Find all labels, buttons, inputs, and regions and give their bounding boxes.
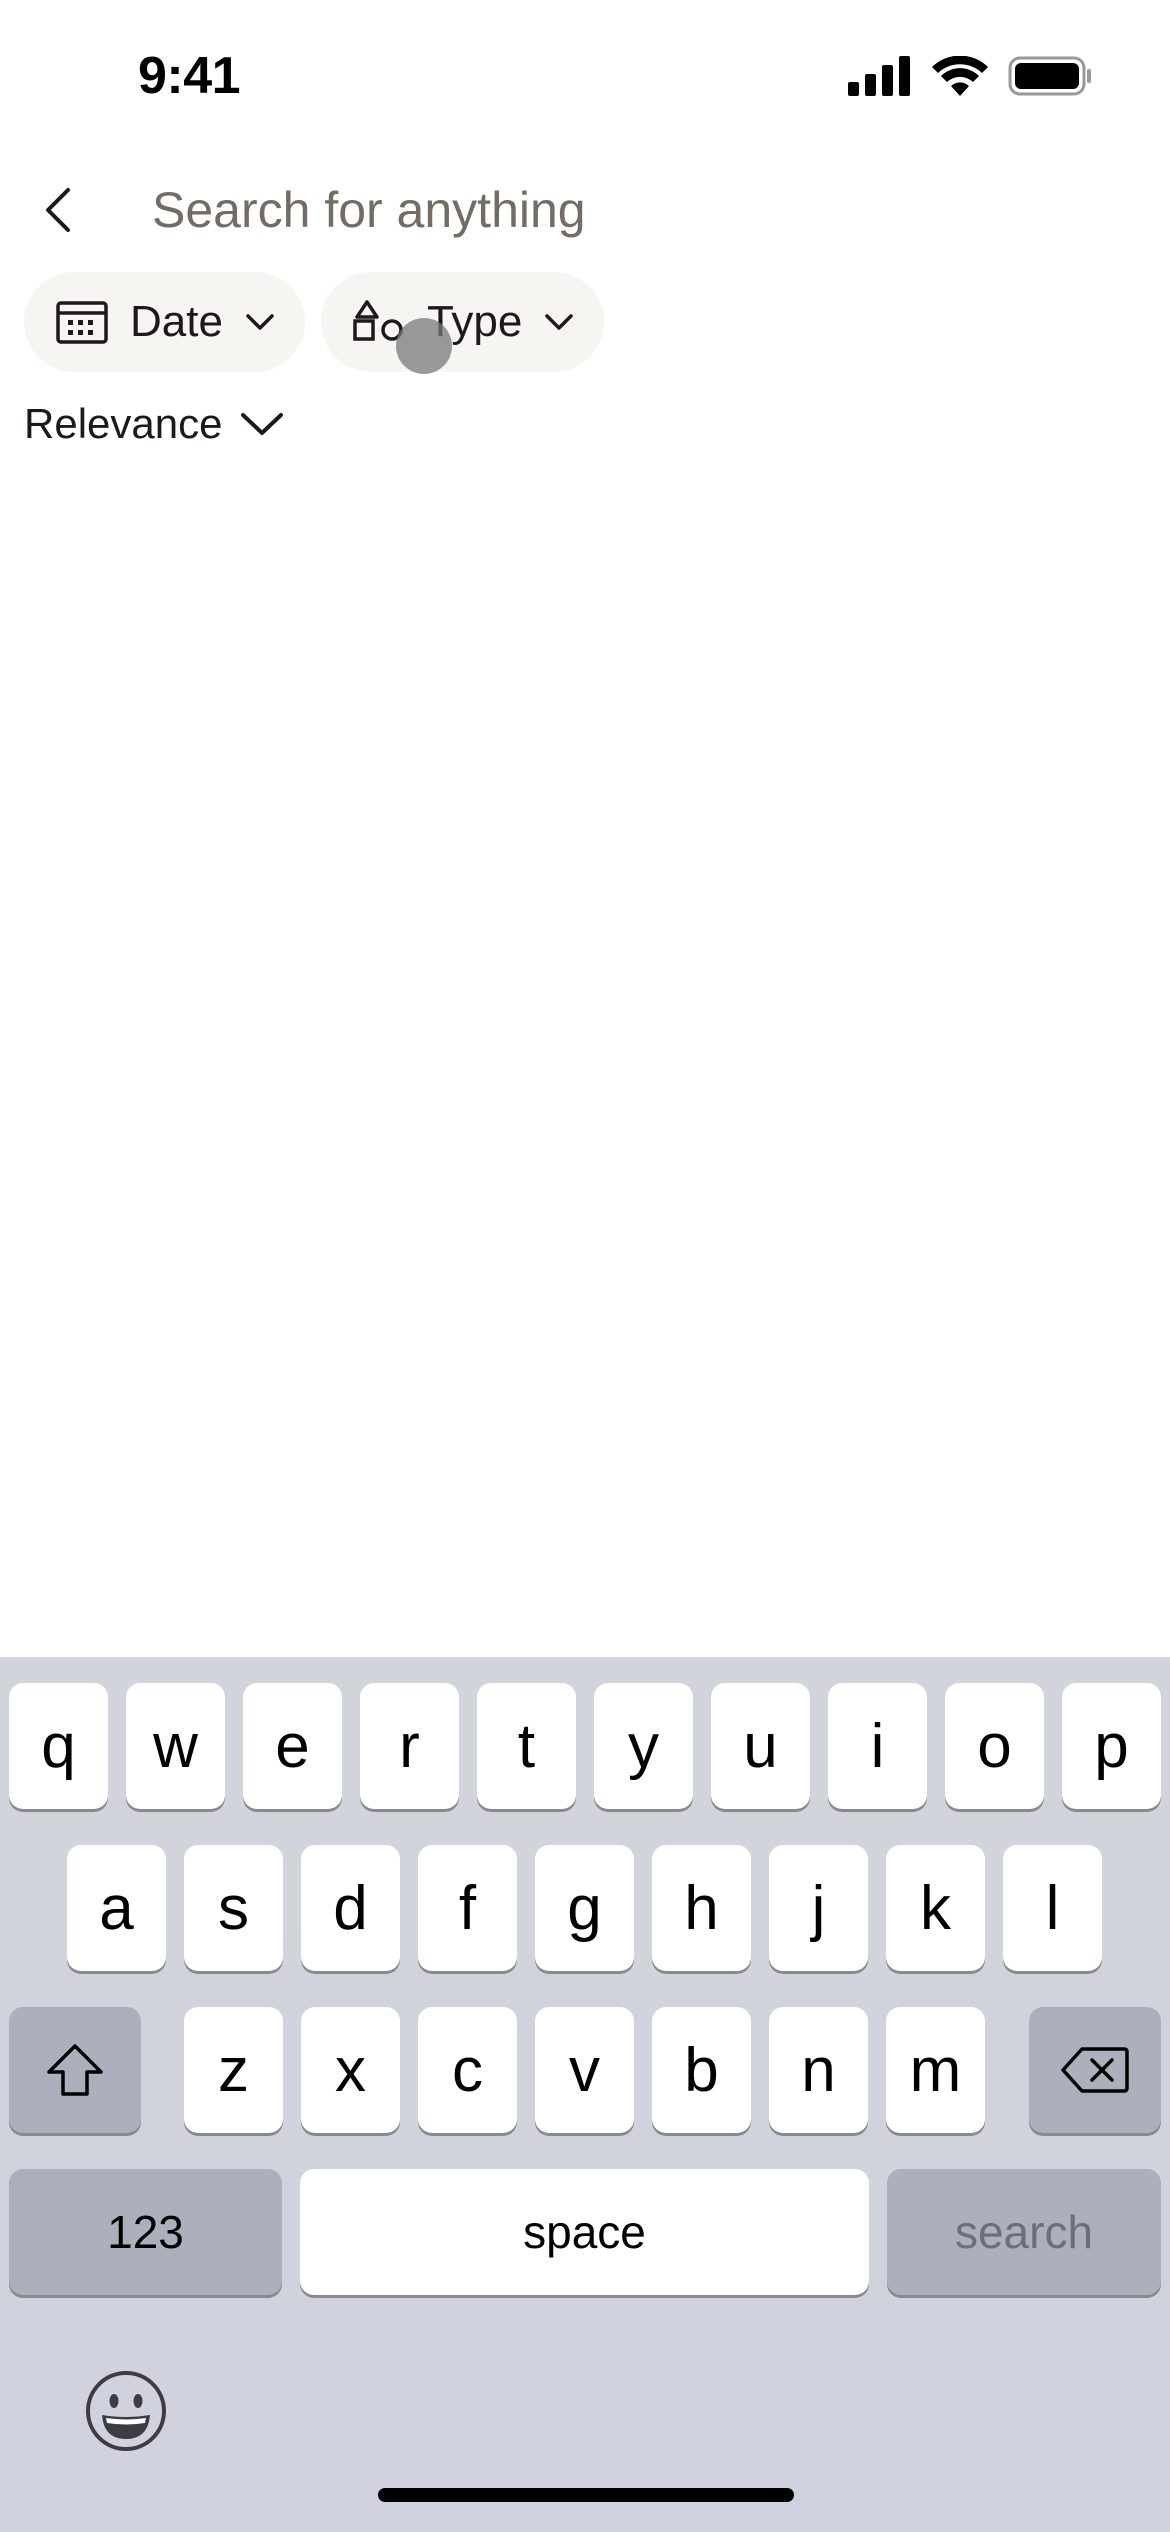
- status-icons: [848, 56, 1092, 96]
- key-s[interactable]: s: [184, 1845, 283, 1971]
- keyboard: q w e r t y u i o p a s d f g h j k l z …: [0, 1657, 1170, 2532]
- key-v[interactable]: v: [535, 2007, 634, 2133]
- key-f[interactable]: f: [418, 1845, 517, 1971]
- key-h[interactable]: h: [652, 1845, 751, 1971]
- delete-key[interactable]: [1029, 2007, 1161, 2133]
- key-r[interactable]: r: [360, 1683, 459, 1809]
- date-filter-label: Date: [130, 297, 223, 346]
- status-time: 9:41: [138, 47, 241, 105]
- key-q[interactable]: q: [9, 1683, 108, 1809]
- key-d[interactable]: d: [301, 1845, 400, 1971]
- backspace-icon: [1061, 2047, 1129, 2093]
- key-p[interactable]: p: [1062, 1683, 1161, 1809]
- key-m[interactable]: m: [886, 2007, 985, 2133]
- key-w[interactable]: w: [126, 1683, 225, 1809]
- touch-indicator: [396, 318, 452, 374]
- key-u[interactable]: u: [711, 1683, 810, 1809]
- key-x[interactable]: x: [301, 2007, 400, 2133]
- key-i[interactable]: i: [828, 1683, 927, 1809]
- key-n[interactable]: n: [769, 2007, 868, 2133]
- key-k[interactable]: k: [886, 1845, 985, 1971]
- chevron-down-icon: [241, 413, 284, 435]
- sort-label: Relevance: [24, 400, 223, 447]
- emoji-button[interactable]: [84, 2369, 168, 2453]
- emoji-icon: [86, 2371, 166, 2451]
- battery-icon: [1008, 56, 1091, 96]
- signal-icon: [848, 56, 910, 96]
- chevron-down-icon: [545, 314, 574, 330]
- key-o[interactable]: o: [945, 1683, 1044, 1809]
- key-y[interactable]: y: [594, 1683, 693, 1809]
- sort-dropdown[interactable]: Relevance: [24, 400, 284, 448]
- wifi-icon: [932, 56, 988, 96]
- key-c[interactable]: c: [418, 2007, 517, 2133]
- type-filter-chip[interactable]: Type: [320, 272, 605, 372]
- numbers-key[interactable]: 123: [9, 2169, 282, 2295]
- search-input[interactable]: [152, 164, 1132, 256]
- filter-chips: Date Type: [24, 272, 605, 372]
- shift-key[interactable]: [9, 2007, 141, 2133]
- key-e[interactable]: e: [243, 1683, 342, 1809]
- space-key[interactable]: space: [300, 2169, 869, 2295]
- search-key[interactable]: search: [887, 2169, 1161, 2295]
- search-header: [0, 150, 1170, 270]
- key-l[interactable]: l: [1003, 1845, 1102, 1971]
- home-indicator: [378, 2488, 794, 2502]
- date-filter-chip[interactable]: Date: [24, 272, 305, 372]
- back-button[interactable]: [18, 170, 98, 250]
- key-t[interactable]: t: [477, 1683, 576, 1809]
- chevron-left-icon: [46, 188, 70, 232]
- shift-icon: [47, 2044, 103, 2096]
- key-b[interactable]: b: [652, 2007, 751, 2133]
- chevron-down-icon: [246, 314, 274, 330]
- key-j[interactable]: j: [769, 1845, 868, 1971]
- key-a[interactable]: a: [67, 1845, 166, 1971]
- key-g[interactable]: g: [535, 1845, 634, 1971]
- status-bar: 9:41: [0, 0, 1170, 150]
- calendar-icon: [56, 301, 108, 344]
- key-z[interactable]: z: [184, 2007, 283, 2133]
